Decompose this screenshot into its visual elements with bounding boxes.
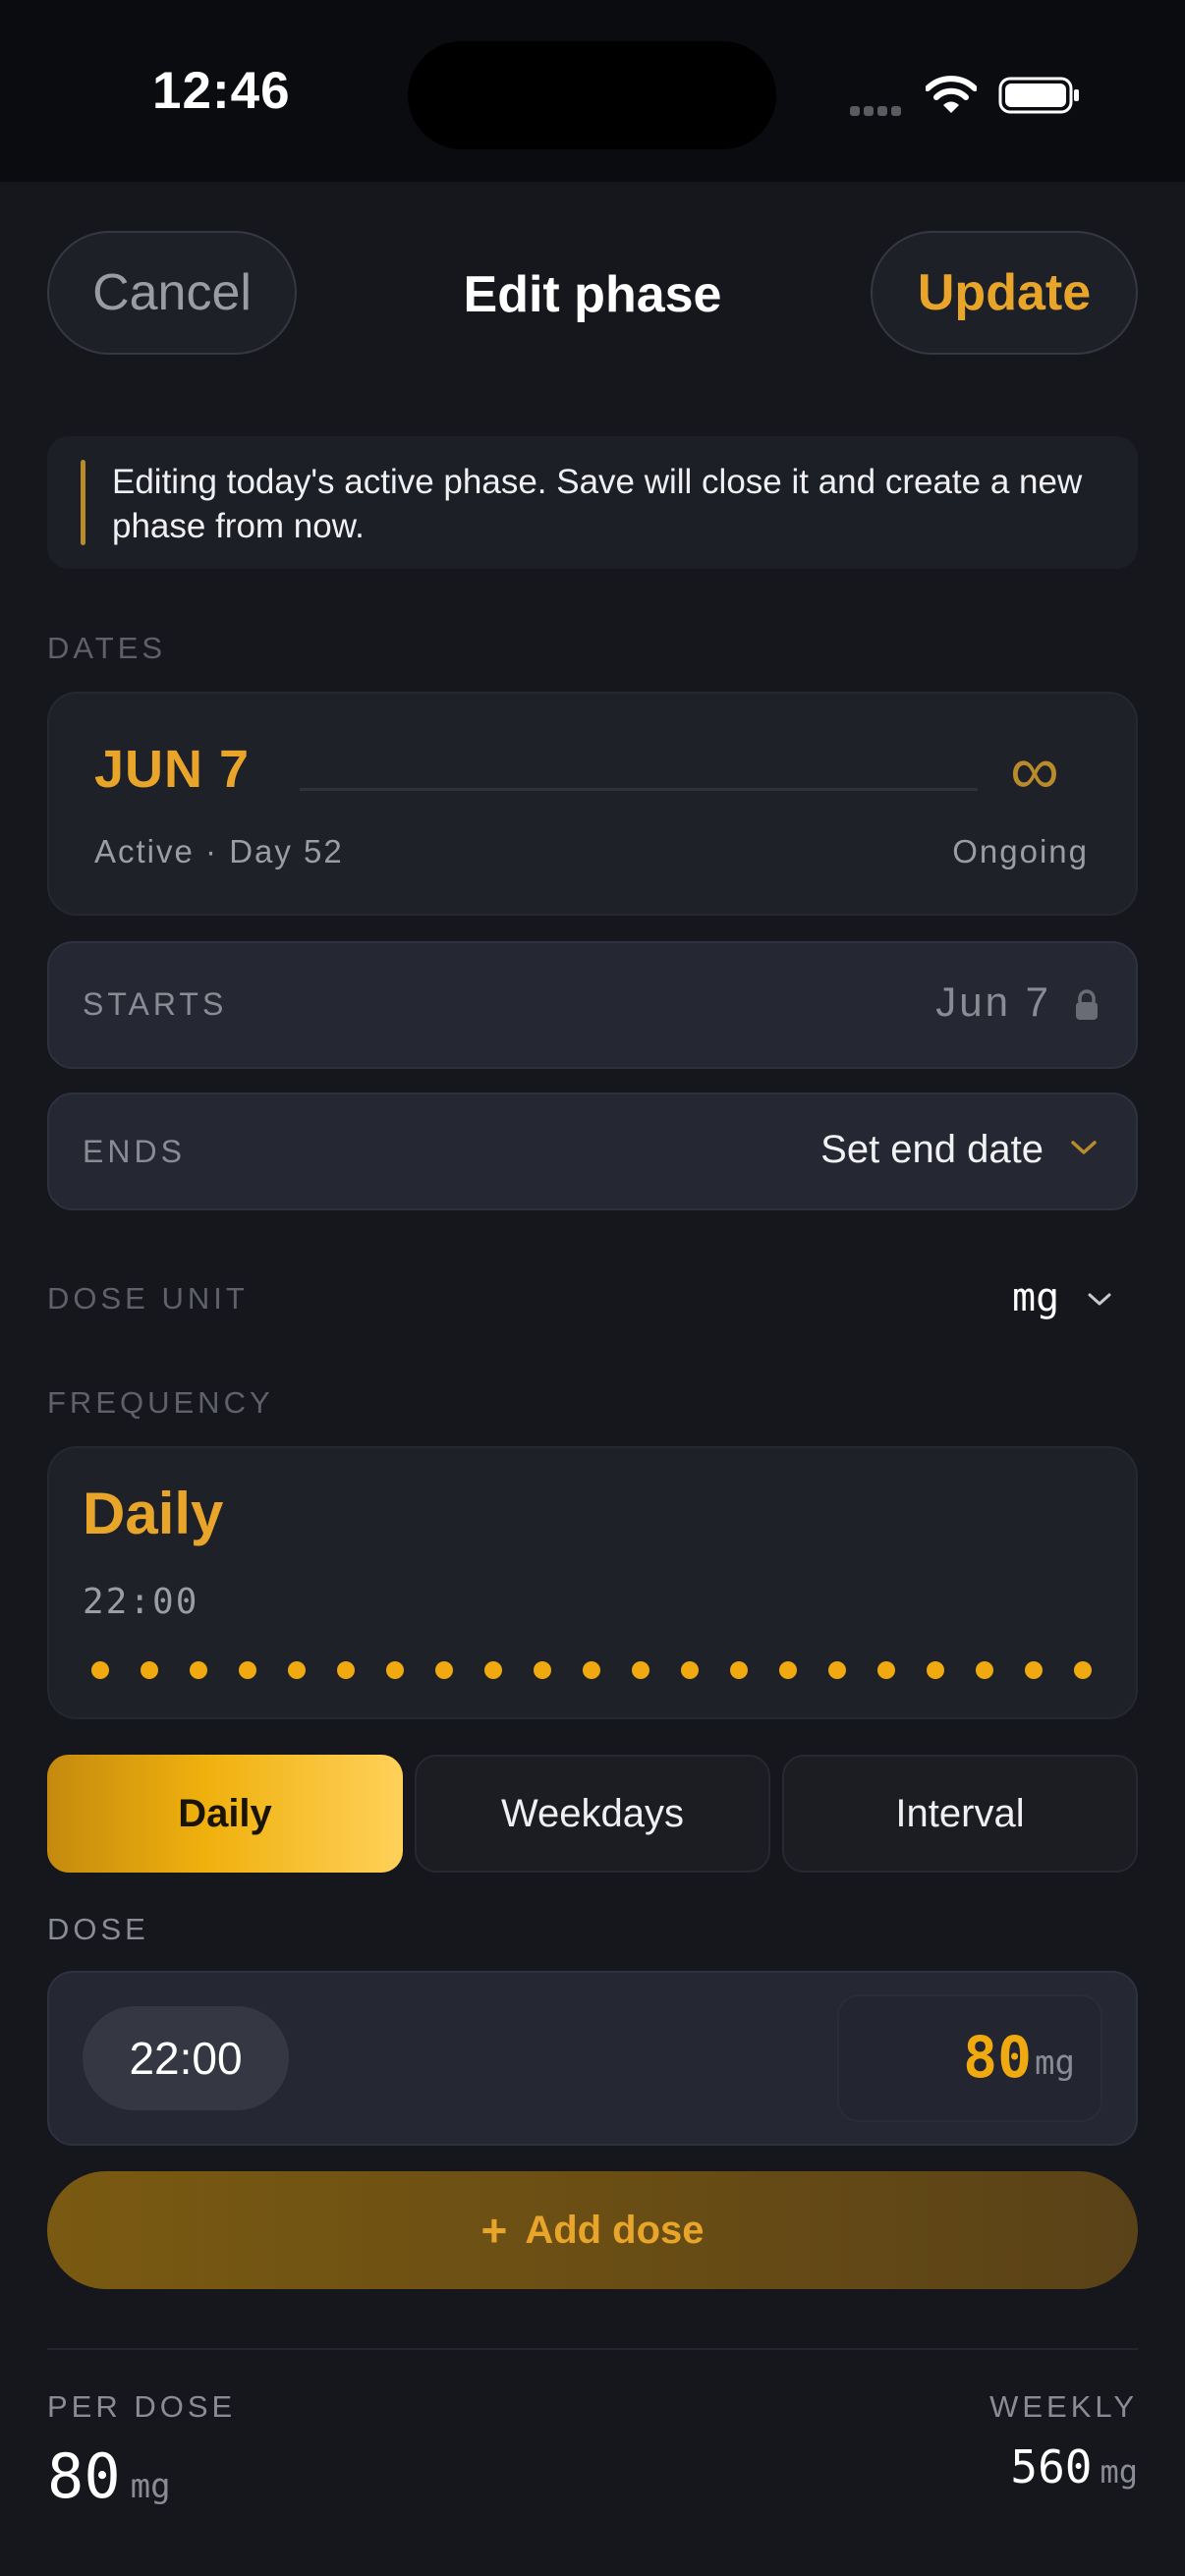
dose-amount-unit: mg <box>1035 2044 1075 2083</box>
dates-section-label: DATES <box>47 631 167 665</box>
dose-unit-label: DOSE UNIT <box>47 1281 249 1316</box>
frequency-dot <box>288 1661 306 1679</box>
starts-value: Jun 7 <box>935 979 1051 1025</box>
frequency-dot <box>632 1661 649 1679</box>
frequency-option-interval[interactable]: Interval <box>782 1755 1138 1873</box>
update-button[interactable]: Update <box>871 231 1138 355</box>
frequency-title: Daily <box>83 1481 224 1546</box>
start-date-display: JUN 7 <box>94 740 251 799</box>
dynamic-island <box>408 41 776 149</box>
frequency-time: 22:00 <box>83 1582 199 1622</box>
end-status: Ongoing <box>952 833 1089 869</box>
frequency-dot <box>337 1661 355 1679</box>
add-dose-label: Add dose <box>525 2208 705 2252</box>
frequency-dot <box>484 1661 502 1679</box>
dose-unit-value: mg <box>1012 1275 1060 1320</box>
frequency-dot <box>730 1661 748 1679</box>
frequency-dot <box>779 1661 797 1679</box>
weekly-label: WEEKLY <box>989 2389 1138 2424</box>
starts-label: STARTS <box>83 986 228 1022</box>
battery-icon <box>998 77 1079 114</box>
lock-icon <box>1076 989 1098 1020</box>
frequency-dot <box>927 1661 944 1679</box>
frequency-dot <box>828 1661 846 1679</box>
weekly-total: 560 mg <box>884 2440 1138 2493</box>
frequency-dot <box>190 1661 207 1679</box>
status-time: 12:46 <box>152 62 291 120</box>
frequency-dot <box>1074 1661 1092 1679</box>
notice-text: Editing today's active phase. Save will … <box>112 463 1083 545</box>
wifi-icon <box>926 76 977 113</box>
ends-label: ENDS <box>83 1134 186 1169</box>
phase-status: Active · Day 52 <box>94 833 344 869</box>
frequency-dot <box>239 1661 256 1679</box>
dose-amount-value: 80 <box>963 2024 1032 2091</box>
set-end-date-button[interactable]: Set end date <box>688 1128 1044 1172</box>
chevron-down-icon <box>1071 1141 1097 1154</box>
frequency-dot <box>681 1661 699 1679</box>
divider <box>47 2348 1138 2350</box>
dose-unit-select[interactable]: mg <box>1012 1275 1130 1320</box>
frequency-dot <box>534 1661 551 1679</box>
frequency-dot <box>91 1661 109 1679</box>
infinity-icon: ∞ <box>1010 732 1059 809</box>
frequency-dots <box>91 1661 1092 1679</box>
per-dose-total: 80 mg <box>47 2440 171 2512</box>
per-dose-label: PER DOSE <box>47 2389 237 2424</box>
chevron-down-icon <box>1088 1293 1111 1306</box>
notice-accent-bar <box>81 460 85 545</box>
date-range-line <box>300 788 978 791</box>
frequency-dot <box>976 1661 993 1679</box>
frequency-dot <box>583 1661 600 1679</box>
signal-icon <box>850 103 909 116</box>
frequency-dot <box>435 1661 453 1679</box>
per-dose-value: 80 <box>47 2440 121 2512</box>
add-dose-button[interactable]: + Add dose <box>47 2171 1138 2289</box>
frequency-option-daily[interactable]: Daily <box>47 1755 403 1873</box>
per-dose-unit: mg <box>130 2467 171 2506</box>
weekly-unit: mg <box>1100 2453 1138 2491</box>
frequency-dot <box>141 1661 158 1679</box>
frequency-label: FREQUENCY <box>47 1385 274 1420</box>
frequency-dot <box>386 1661 404 1679</box>
frequency-option-weekdays[interactable]: Weekdays <box>415 1755 770 1873</box>
plus-icon: + <box>480 2205 508 2256</box>
frequency-dot <box>877 1661 895 1679</box>
dose-section-label: DOSE <box>47 1912 149 1946</box>
dose-time-button[interactable]: 22:00 <box>83 2006 289 2110</box>
date-range-card <box>47 692 1138 916</box>
weekly-value: 560 <box>1010 2440 1093 2493</box>
frequency-dot <box>1025 1661 1043 1679</box>
